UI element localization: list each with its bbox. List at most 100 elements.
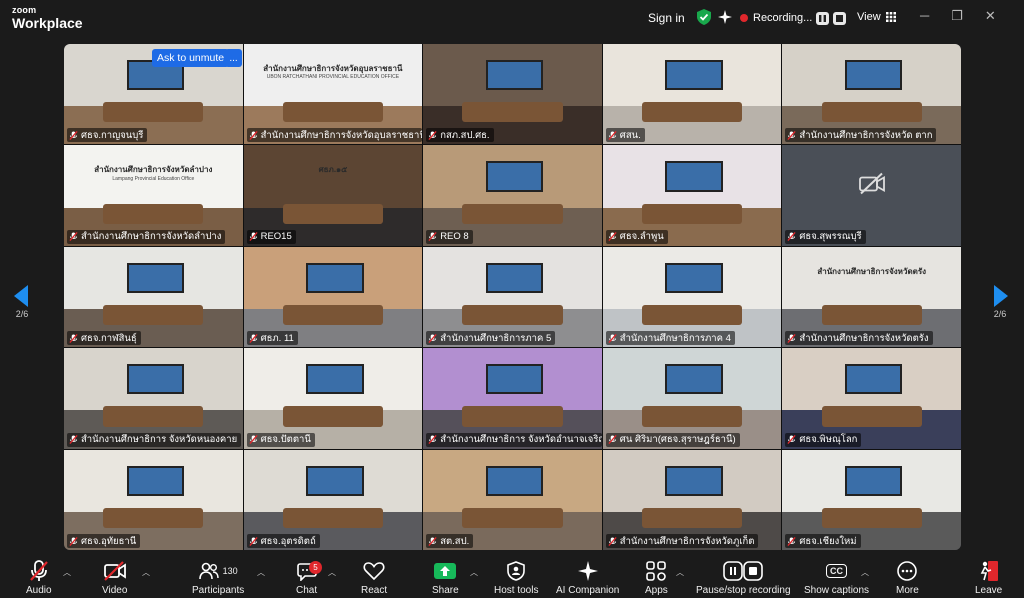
view-label: View: [857, 11, 881, 23]
participants-count: 130: [222, 566, 238, 576]
participant-name-tag: ศธจ.เชียงใหม่: [785, 534, 861, 548]
participant-tile[interactable]: ศธจ.อุตรดิตถ์: [243, 449, 423, 550]
participant-name-tag: สต.สป.: [426, 534, 474, 548]
participant-name: ศน ศิริมา(ศธจ.สุราษฎร์ธานี): [619, 434, 736, 446]
participants-button[interactable]: 130 Participants: [192, 560, 244, 596]
participant-tile[interactable]: ศน ศิริมา(ศธจ.สุราษฎร์ธานี): [602, 348, 782, 449]
participant-tile[interactable]: ศธจ.เชียงใหม่: [782, 449, 961, 550]
muted-mic-icon: [69, 333, 78, 343]
participant-name: สำนักงานศึกษาธิการจังหวัดตรัง: [799, 332, 929, 344]
ai-companion-label: AI Companion: [556, 585, 620, 596]
participant-tile[interactable]: ศธจ.กาฬสินธุ์: [64, 246, 243, 348]
more-icon: [897, 561, 918, 581]
participant-name-tag: ศธภ. 11: [246, 331, 298, 346]
sign-in-link[interactable]: Sign in: [648, 11, 685, 25]
participant-tile[interactable]: ศสน.: [602, 44, 782, 145]
participant-name-tag: สำนักงานศึกษาธิการภาค 5: [426, 331, 556, 346]
participant-name-tag: สำนักงานศึกษาธิการจังหวัดภูเก็ต: [605, 534, 759, 548]
participant-tile[interactable]: ศธจ.พิษณุโลก: [782, 348, 961, 449]
participant-name: ศธจ.อุทัยธานี: [81, 535, 137, 547]
room-banner: ศธภ.๑๕: [318, 165, 348, 175]
muted-mic-icon: [428, 536, 437, 546]
participant-tile[interactable]: สำนักงานศึกษาธิการภาค 4: [602, 246, 782, 348]
previous-page-button[interactable]: 2/6: [14, 285, 30, 319]
pause-stop-recording-button[interactable]: Pause/stop recording: [696, 560, 791, 596]
participant-name-tag: ศธจ.กาญจนบุรี: [67, 128, 148, 143]
participant-name-tag: ศธจ.อุทัยธานี: [67, 534, 141, 548]
participant-tile[interactable]: สำนักงานศึกษาธิการ จังหวัดหนองคาย: [64, 348, 243, 449]
recording-label: Recording...: [753, 12, 813, 24]
participant-tile[interactable]: ศธภ. 11: [243, 246, 423, 348]
host-tools-button[interactable]: Host tools: [494, 560, 538, 596]
ai-companion-button[interactable]: AI Companion: [556, 560, 619, 596]
participant-tile[interactable]: สำนักงานศึกษาธิการจังหวัดลำปาง Lampang Pr…: [64, 145, 243, 246]
next-page-button[interactable]: 2/6: [992, 285, 1008, 319]
muted-mic-icon: [248, 232, 258, 242]
participant-tile[interactable]: ศธภ.๑๕ REO15: [243, 145, 423, 246]
participant-name: สต.สป.: [440, 535, 470, 547]
participant-name-tag: กสภ.สป.ศธ.: [426, 128, 494, 143]
heart-icon: [363, 562, 385, 581]
pause-stop-icon: [723, 561, 764, 581]
audio-button[interactable]: Audio: [26, 560, 52, 596]
restore-icon[interactable]: ❐: [951, 8, 963, 24]
arrow-left-icon: [14, 285, 28, 307]
minimize-icon[interactable]: ─: [920, 8, 929, 24]
audio-options-caret-icon[interactable]: ︿: [63, 567, 71, 578]
participant-tile[interactable]: สำนักงานศึกษาธิการจังหวัดอุบลราชธานี UBON…: [243, 44, 423, 145]
participant-name: สำนักงานศึกษาธิการจังหวัดลำปาง: [81, 231, 222, 243]
ai-sparkle-icon[interactable]: [718, 9, 732, 30]
participants-options-caret-icon[interactable]: ︿: [257, 567, 265, 578]
muted-mic-icon: [428, 333, 437, 343]
captions-options-caret-icon[interactable]: ︿: [861, 567, 869, 578]
page-indicator-left: 2/6: [15, 309, 29, 319]
participant-tile[interactable]: สต.สป.: [423, 449, 602, 550]
shield-icon[interactable]: [697, 9, 711, 30]
leave-icon: [980, 561, 998, 581]
participant-tile[interactable]: ศธจ.อุทัยธานี: [64, 449, 243, 550]
host-tools-label: Host tools: [494, 585, 539, 596]
participant-tile[interactable]: สำนักงานศึกษาธิการ จังหวัดอำนาจเจริญ: [423, 348, 602, 449]
participant-tile[interactable]: สำนักงานศึกษาธิการภาค 5: [423, 246, 602, 348]
participant-name: ศสน.: [619, 129, 641, 141]
participant-name: ศธภ. 11: [260, 332, 294, 344]
video-options-caret-icon[interactable]: ︿: [142, 567, 150, 578]
stop-recording-button[interactable]: [833, 11, 847, 25]
react-button[interactable]: React: [361, 560, 387, 596]
close-icon[interactable]: ✕: [985, 8, 996, 24]
participant-name: สำนักงานศึกษาธิการ จังหวัดอำนาจเจริญ: [440, 434, 602, 446]
participant-tile[interactable]: กสภ.สป.ศธ.: [423, 44, 602, 145]
apps-options-caret-icon[interactable]: ︿: [676, 567, 684, 578]
room-banner-english: UBON RATCHATHANI PROVINCIAL EDUCATION OF…: [266, 74, 400, 81]
leave-button[interactable]: Leave: [975, 560, 1002, 596]
video-button[interactable]: Video: [102, 560, 127, 596]
participant-tile[interactable]: สำนักงานศึกษาธิการจังหวัด ตาก: [782, 44, 961, 145]
participants-label: Participants: [192, 585, 245, 596]
view-button[interactable]: View: [857, 11, 896, 23]
participant-tile[interactable]: REO 8: [423, 145, 602, 246]
page-indicator-right: 2/6: [993, 309, 1007, 319]
participant-name: สำนักงานศึกษาธิการภาค 5: [440, 332, 552, 344]
participant-name: ศธจ.อุตรดิตถ์: [260, 535, 316, 547]
participant-tile[interactable]: ศธจ.ปัตตานี: [243, 348, 423, 449]
tile-more-button[interactable]: ...: [225, 49, 242, 67]
chat-options-caret-icon[interactable]: ︿: [328, 567, 336, 578]
ask-to-unmute-button[interactable]: Ask to unmute: [152, 49, 230, 67]
share-options-caret-icon[interactable]: ︿: [470, 567, 478, 578]
participant-tile[interactable]: สำนักงานศึกษาธิการจังหวัดตรัง สำนักงานศึก…: [782, 246, 961, 348]
muted-mic-icon: [69, 536, 78, 546]
apps-button[interactable]: Apps: [645, 560, 668, 596]
show-captions-button[interactable]: CC Show captions: [804, 560, 869, 596]
video-gallery: ศธจ.กาญจนบุรี สำนักงานศึกษาธิการจังหวัดอุ…: [64, 44, 961, 550]
share-button[interactable]: Share: [432, 560, 459, 596]
participant-tile[interactable]: สำนักงานศึกษาธิการจังหวัดภูเก็ต: [602, 449, 782, 550]
muted-mic-icon: [69, 130, 78, 140]
more-button[interactable]: More: [896, 560, 919, 596]
pause-recording-button[interactable]: [816, 11, 830, 25]
participant-tile[interactable]: ศธจ.ลำพูน: [602, 145, 782, 246]
participant-name: สำนักงานศึกษาธิการจังหวัด ตาก: [799, 129, 933, 141]
apps-icon: [646, 561, 667, 581]
participant-tile[interactable]: ศธจ.สุพรรณบุรี: [782, 145, 961, 246]
participant-name-tag: สำนักงานศึกษาธิการภาค 4: [605, 331, 735, 346]
participant-name: ศธจ.กาญจนบุรี: [81, 129, 144, 141]
